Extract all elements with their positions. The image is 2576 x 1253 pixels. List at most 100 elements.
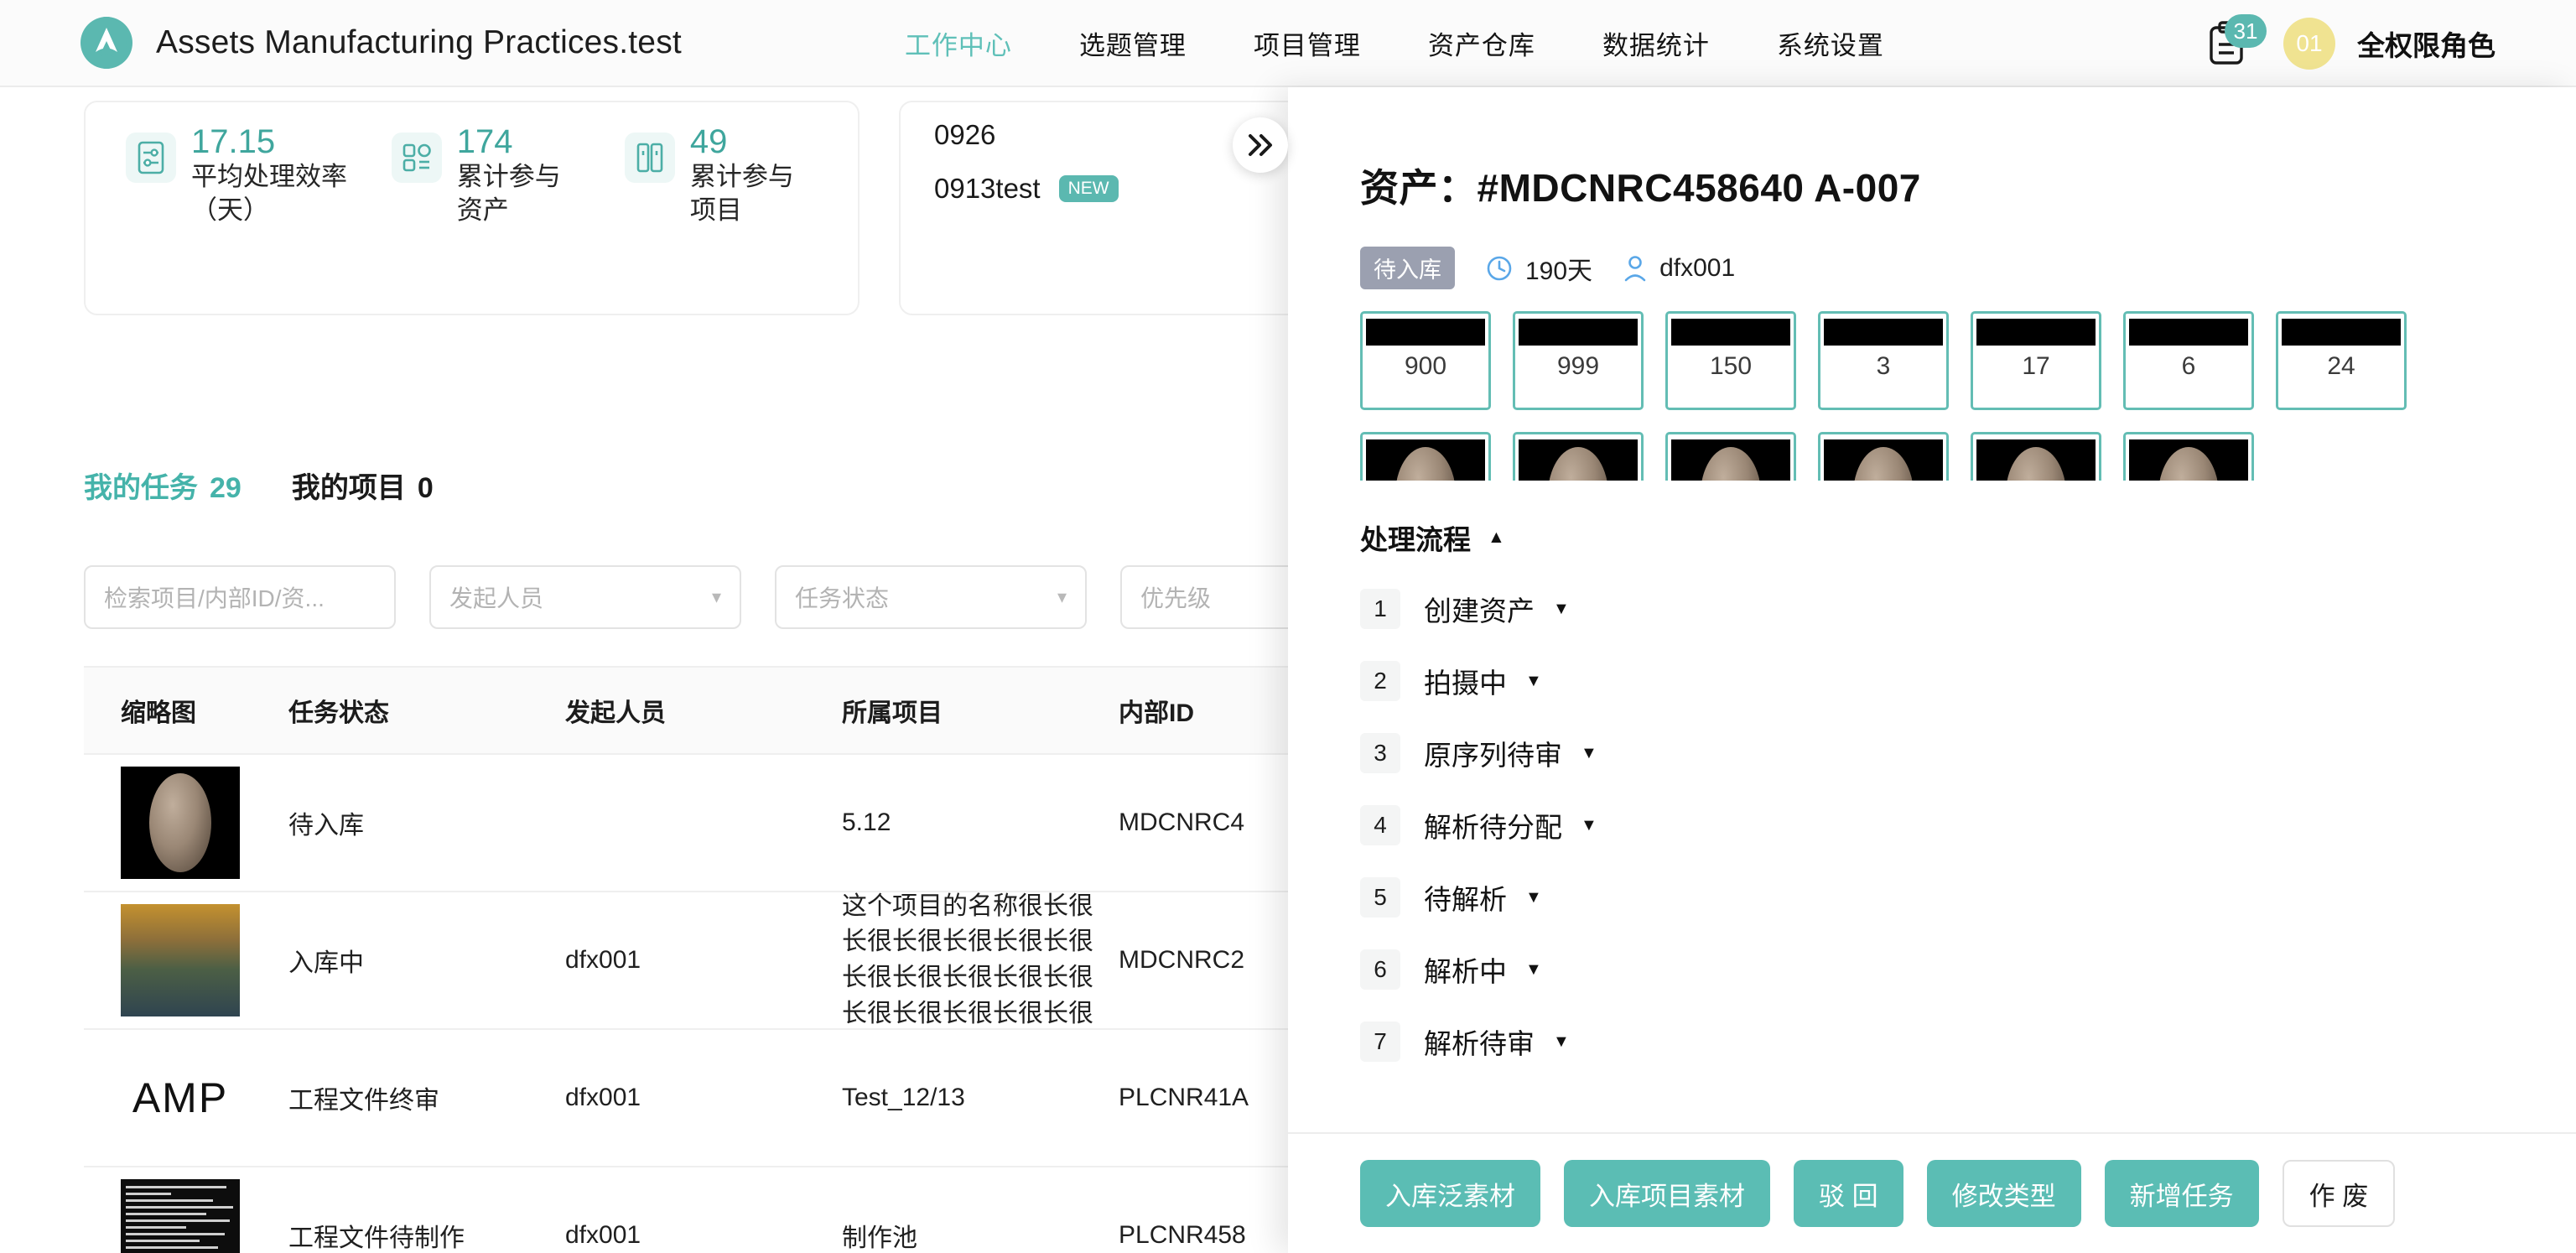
thumbnail-image [1824, 439, 1943, 481]
stat-value: 49 [689, 123, 728, 160]
step-label: 待解析 [1424, 884, 1507, 915]
column-initiator: 发起人员 [565, 699, 666, 727]
cell-initiator: dfx001 [565, 1084, 641, 1111]
store-project-material-button[interactable]: 入库项目素材 [1564, 1160, 1770, 1227]
thumbnail-card[interactable]: 999 [1513, 311, 1644, 410]
status-badge: NEW [1058, 174, 1119, 203]
username-label: 全权限角色 [2357, 30, 2496, 61]
initiator-select[interactable]: 发起人员 ▾ [429, 565, 741, 629]
thumbnail-card[interactable]: 13 [1360, 432, 1491, 481]
triangle-down-icon[interactable]: ▼ [1525, 960, 1542, 980]
initiator-placeholder: 发起人员 [449, 585, 544, 611]
tab-my-projects[interactable]: 我的项目 0 [292, 465, 434, 506]
nav-item-work-center[interactable]: 工作中心 [905, 24, 1012, 62]
asset-thumbnail-grid: 900 999 150 3 17 6 24 [1360, 261, 2504, 481]
step-label: 原序列待审 [1424, 740, 1562, 771]
triangle-down-icon[interactable]: ▼ [1581, 816, 1597, 835]
nav-item-asset-warehouse[interactable]: 资产仓库 [1428, 24, 1535, 62]
column-project: 所属项目 [842, 699, 943, 727]
thumbnail-card[interactable]: 3 [1818, 311, 1949, 410]
flow-step[interactable]: 7 解析待审 ▼ [1360, 1006, 2504, 1078]
add-task-button[interactable]: 新增任务 [2104, 1160, 2259, 1227]
nav-item-project-management[interactable]: 项目管理 [1254, 24, 1361, 62]
cell-initiator: dfx001 [565, 1221, 641, 1249]
thumbnail-card[interactable]: 4 [1513, 432, 1644, 481]
nav-item-system-settings[interactable]: 系统设置 [1777, 24, 1884, 62]
triangle-down-icon[interactable]: ▼ [1581, 744, 1597, 763]
change-type-button[interactable]: 修改类型 [1926, 1160, 2081, 1227]
search-input[interactable]: 检索项目/内部ID/资... [84, 565, 396, 629]
cell-thumbnail [84, 1179, 288, 1253]
thumbnail-image [1366, 439, 1485, 481]
process-flow-header[interactable]: 处理流程 ▲ [1360, 517, 2504, 558]
assets-icon [391, 133, 442, 183]
tab-count: 0 [417, 472, 434, 504]
cell-thumbnail: AMP [84, 1042, 288, 1154]
thumbnail-card[interactable]: 4 [1818, 432, 1949, 481]
tab-label: 我的项目 [291, 472, 406, 504]
cell-thumbnail [84, 904, 288, 1016]
thumbnail-card[interactable]: 15 [2123, 432, 2254, 481]
stat-text: 17.15 平均处理效率（天） [191, 123, 353, 228]
thumbnail-card[interactable]: 6 [2123, 311, 2254, 410]
triangle-down-icon[interactable]: ▼ [1553, 1032, 1570, 1052]
flow-step[interactable]: 2 拍摄中 ▼ [1360, 645, 2504, 717]
void-button[interactable]: 作 废 [2282, 1160, 2396, 1227]
cell-task-status: 工程文件待制作 [288, 1224, 465, 1252]
thumbnail-card[interactable]: 900 [1360, 311, 1491, 410]
store-general-material-button[interactable]: 入库泛素材 [1360, 1160, 1540, 1227]
step-number: 1 [1360, 589, 1400, 629]
page-title: 资产：#MDCNRC458640 A-007 [1360, 166, 1921, 210]
tab-my-tasks[interactable]: 我的任务 29 [84, 465, 242, 506]
nav-item-data-statistics[interactable]: 数据统计 [1602, 24, 1710, 62]
thumbnail-card[interactable]: 24 [2276, 311, 2407, 410]
avatar[interactable]: 01 [2283, 18, 2335, 70]
task-status-select[interactable]: 任务状态 ▾ [775, 565, 1087, 629]
thumbnail-card[interactable]: 150 [1665, 311, 1796, 410]
reject-button[interactable]: 驳 回 [1794, 1160, 1903, 1227]
step-number: 5 [1360, 877, 1400, 918]
stat-label: 累计参与项目 [689, 162, 794, 226]
triangle-down-icon[interactable]: ▼ [1525, 888, 1542, 907]
app-header: Assets Manufacturing Practices.test 工作中心… [0, 0, 2576, 87]
brand-name: Assets Manufacturing Practices.test [156, 24, 682, 60]
thumbnail-card[interactable]: 10 [1971, 432, 2101, 481]
step-label: 创建资产 [1424, 595, 1535, 626]
brand[interactable]: Assets Manufacturing Practices.test [80, 17, 682, 69]
thumbnail-caption: 6 [2181, 352, 2196, 380]
tab-count: 29 [210, 472, 242, 504]
triangle-up-icon: ▲ [1488, 528, 1505, 547]
stat-text: 49 累计参与项目 [689, 123, 819, 228]
owner-value: dfx001 [1659, 253, 1736, 282]
triangle-down-icon[interactable]: ▼ [1553, 600, 1570, 619]
thumbnail-card[interactable]: 17 [1971, 311, 2101, 410]
cell-task-status: 待入库 [288, 812, 364, 840]
process-flow-steps: 1 创建资产 ▼ 2 拍摄中 ▼ 3 原序列待审 ▼ 4 解析待分配 ▼ 5 待… [1360, 573, 2504, 1078]
flow-step[interactable]: 1 创建资产 ▼ [1360, 573, 2504, 645]
column-task-status: 任务状态 [288, 699, 389, 727]
header-right: 31 01 全权限角色 [2203, 0, 2496, 87]
triangle-down-icon[interactable]: ▼ [1525, 672, 1542, 691]
chevron-down-icon: ▾ [1057, 586, 1067, 607]
flow-step[interactable]: 5 待解析 ▼ [1360, 861, 2504, 933]
thumbnail-card[interactable]: 2 [1665, 432, 1796, 481]
drawer-collapse-button[interactable] [1233, 117, 1288, 173]
nav-item-topic-management[interactable]: 选题管理 [1079, 24, 1187, 62]
drawer-body: 资产：#MDCNRC458640 A-007 待入库 190天 dfx001 9… [1288, 87, 2576, 1132]
chevron-down-icon: ▾ [711, 586, 721, 607]
notification-count-badge: 31 [2225, 14, 2267, 48]
stat-label: 平均处理效率（天） [191, 162, 347, 226]
flow-step[interactable]: 3 原序列待审 ▼ [1360, 717, 2504, 789]
stat-total-projects: 49 累计参与项目 [624, 123, 819, 228]
notifications-button[interactable]: 31 [2203, 14, 2267, 68]
cell-initiator: dfx001 [565, 946, 641, 974]
status-badge: 待入库 [1360, 247, 1455, 289]
cell-task-status: 工程文件终审 [288, 1087, 439, 1115]
step-number: 2 [1360, 661, 1400, 701]
thumbnail-caption: 150 [1709, 352, 1753, 380]
stat-label: 累计参与资产 [456, 162, 561, 226]
flow-step[interactable]: 4 解析待分配 ▼ [1360, 789, 2504, 861]
cell-project: 5.12 [842, 808, 891, 836]
asset-detail-drawer: 资产：#MDCNRC458640 A-007 待入库 190天 dfx001 9… [1233, 87, 2576, 1253]
flow-step[interactable]: 6 解析中 ▼ [1360, 933, 2504, 1006]
